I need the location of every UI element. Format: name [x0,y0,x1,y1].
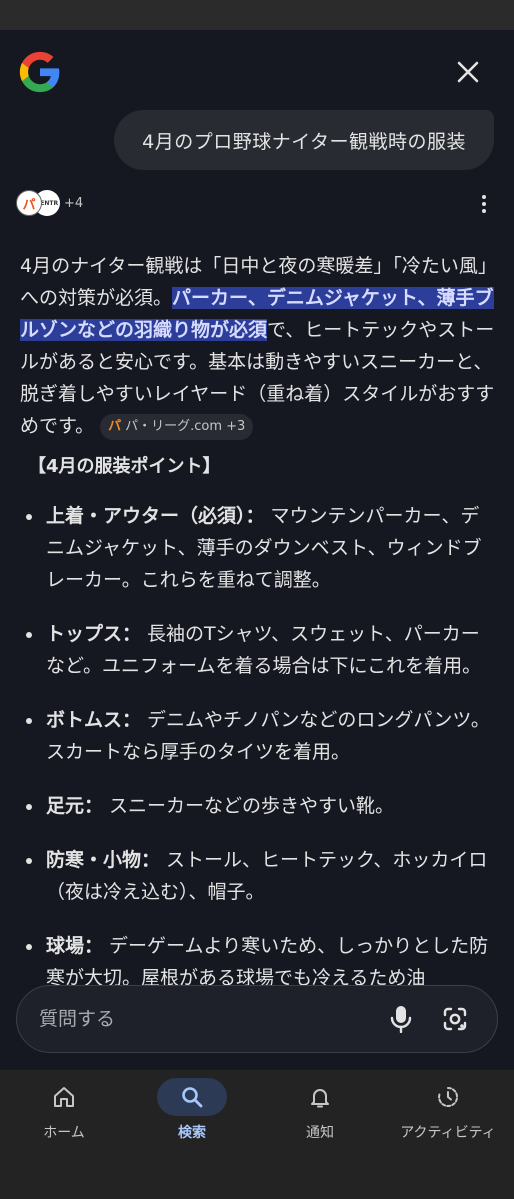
close-icon [457,61,479,83]
status-bar [0,0,514,30]
ask-input-bar[interactable] [16,985,498,1053]
source-icons[interactable]: パ CENTR +4 [16,190,83,216]
list-item: 上着・アウター（必須）： マウンテンパーカー、デニムジャケット、薄手のダウンベス… [20,500,496,596]
bell-icon [311,1089,329,1108]
lens-search-button[interactable] [435,999,475,1039]
more-vert-icon [482,195,486,199]
microphone-icon [390,1006,412,1033]
citation-label: パ・リーグ.com +3 [125,418,246,434]
close-button[interactable] [448,52,488,92]
list-item-label: 球場： [46,935,104,957]
list-item-label: 足元： [46,795,104,817]
ai-mode-panel: 4月のプロ野球ナイター観戦時の服装 パ CENTR +4 4月のナイター観戦は「… [0,30,514,1070]
answer-paragraph: 4月のナイター観戦は「日中と夜の寒暖差」「冷たい風」への対策が必須。パーカー、デ… [20,250,496,442]
section-title: 【4月の服装ポイント】 [28,456,221,477]
nav-activity-label: アクティビティ [400,1125,496,1141]
bottom-navigation: ホーム 検索 通知 アクティビティ [0,1070,514,1199]
list-item: 防寒・小物： ストール、ヒートテック、ホッカイロ（夜は冷え込む）、帽子。 [20,844,496,908]
citation-chip[interactable]: パパ・リーグ.com +3 [100,413,254,440]
google-logo-icon [19,51,60,93]
user-query-bubble: 4月のプロ野球ナイター観戦時の服装 [114,110,494,170]
user-query-text: 4月のプロ野球ナイター観戦時の服装 [142,130,466,153]
nav-search[interactable]: 検索 [128,1078,256,1153]
list-item: ボトムス： デニムやチノパンなどのロングパンツ。スカートなら厚手のタイツを着用。 [20,704,496,768]
list-item-label: トップス： [46,623,142,645]
list-item: トップス： 長袖のTシャツ、スウェット、パーカーなど。ユニフォームを着る場合は下… [20,618,496,682]
clothing-points-list: 上着・アウター（必須）： マウンテンパーカー、デニムジャケット、薄手のダウンベス… [20,500,496,1016]
ask-input[interactable] [39,1008,367,1030]
nav-notifications[interactable]: 通知 [256,1078,384,1153]
home-icon [54,1087,74,1107]
list-item-text: スニーカーなどの歩きやすい靴。 [103,795,395,817]
pacific-league-source-icon: パ [16,190,42,216]
nav-search-label: 検索 [178,1125,206,1141]
list-item-label: 上着・アウター（必須）： [46,505,265,527]
nav-activity[interactable]: アクティビティ [384,1078,512,1153]
camera-lens-icon [443,1007,467,1031]
activity-history-icon [438,1086,459,1107]
search-icon [182,1087,203,1108]
list-item: 足元： スニーカーなどの歩きやすい靴。 [20,790,496,822]
list-item-label: 防寒・小物： [46,849,161,871]
more-options-button[interactable] [472,192,496,216]
nav-notifications-label: 通知 [306,1125,334,1141]
source-count: +4 [64,195,84,211]
voice-search-button[interactable] [381,999,421,1039]
list-item-text: デーゲームより寒いため、しっかりとした防寒が大切。屋根がある球場でも冷えるため油 [46,935,489,989]
nav-home-label: ホーム [43,1125,85,1141]
nav-home[interactable]: ホーム [0,1078,128,1153]
list-item-label: ボトムス： [46,709,142,731]
pacific-league-icon: パ [108,418,122,434]
